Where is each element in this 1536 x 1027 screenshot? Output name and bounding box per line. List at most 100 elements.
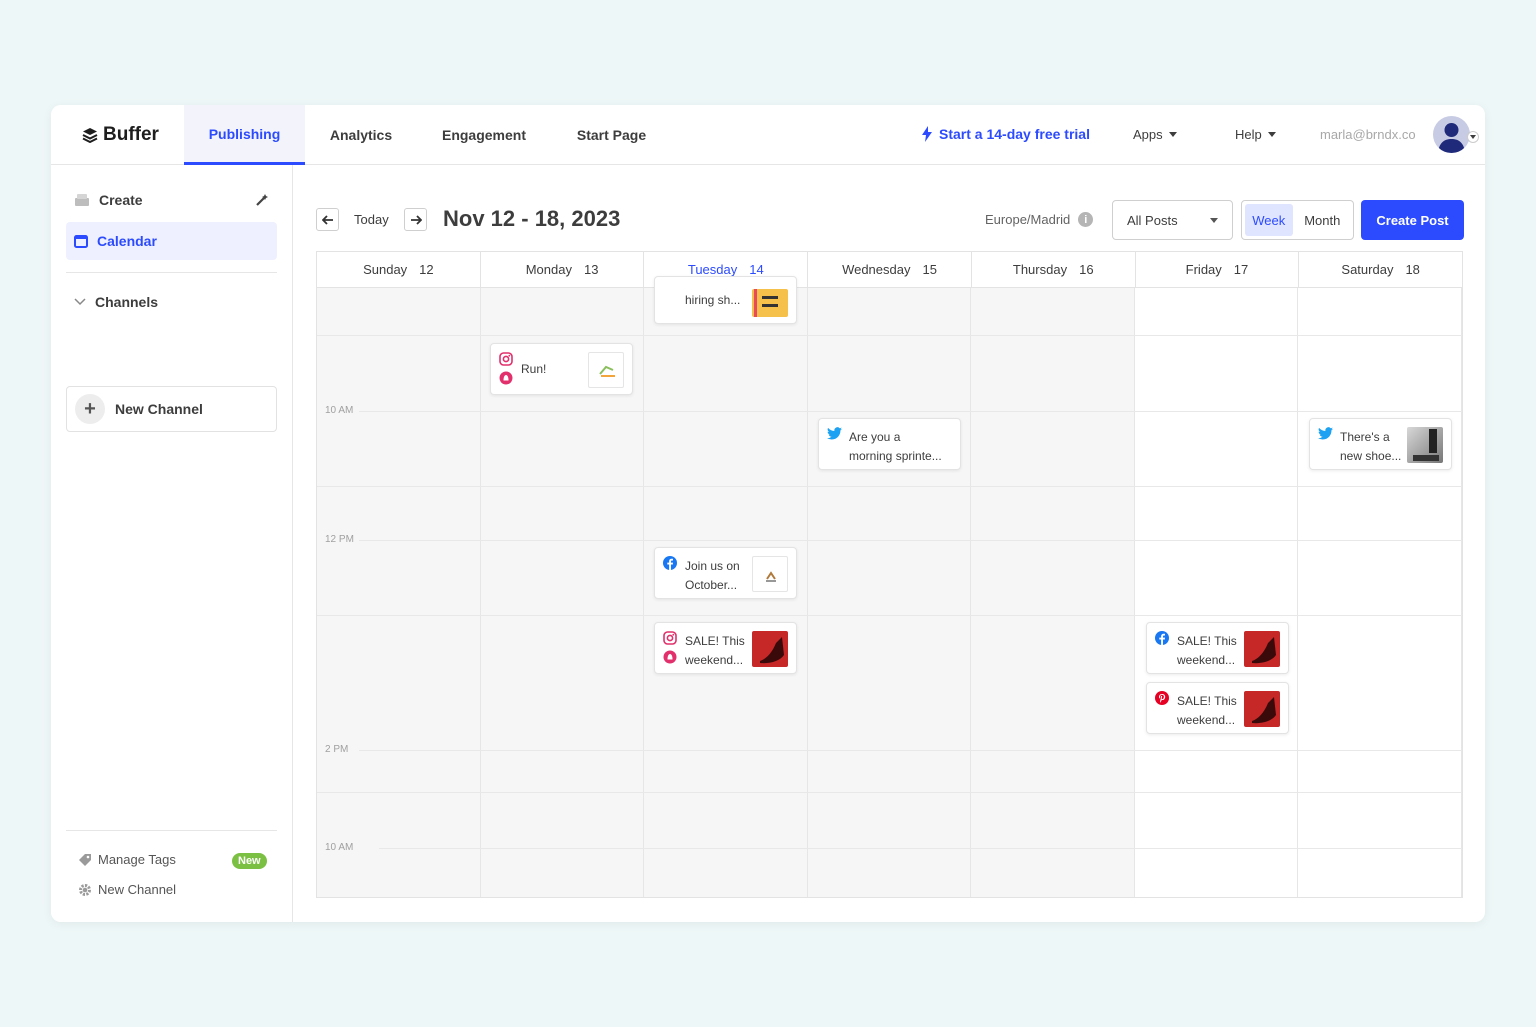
- hour-line: [359, 411, 1462, 412]
- tab-start-page[interactable]: Start Page: [571, 105, 652, 165]
- sidebar-item-label: Calendar: [97, 233, 157, 249]
- manage-tags-label: Manage Tags: [98, 852, 176, 867]
- sidebar-item-label: Create: [99, 192, 143, 208]
- notification-icon: [499, 371, 513, 385]
- post-thumbnail: [1244, 631, 1280, 667]
- day-column[interactable]: [317, 288, 481, 897]
- day-header-thursday: Thursday 16: [972, 252, 1136, 287]
- help-dropdown[interactable]: Help: [1235, 127, 1276, 142]
- post-text: Run!: [521, 360, 589, 379]
- facebook-icon: [1155, 631, 1169, 645]
- day-column[interactable]: [1298, 288, 1462, 897]
- footer-new-channel-link[interactable]: New Channel: [78, 882, 176, 897]
- day-header-sunday: Sunday 12: [317, 252, 481, 287]
- post-text-line: Join us on: [685, 559, 740, 573]
- day-column[interactable]: [971, 288, 1135, 897]
- next-week-button[interactable]: [404, 208, 427, 231]
- day-name: Friday: [1185, 262, 1222, 277]
- time-label: 2 PM: [325, 744, 349, 755]
- post-text-line: SALE! This: [685, 634, 745, 648]
- pinterest-icon: [1155, 691, 1169, 705]
- day-column[interactable]: [1135, 288, 1299, 897]
- app-window: Buffer Publishing Analytics Engagement S…: [51, 105, 1485, 922]
- post-card[interactable]: Run!: [490, 343, 633, 395]
- post-channel-icons: [1155, 691, 1169, 705]
- post-channel-icons: [1155, 631, 1169, 645]
- post-card[interactable]: SALE! This weekend...: [1146, 622, 1289, 674]
- chevron-down-icon: [1210, 217, 1218, 223]
- post-text-line: new shoe...: [1340, 449, 1402, 463]
- hour-line: [317, 335, 1462, 336]
- apps-dropdown[interactable]: Apps: [1133, 127, 1177, 142]
- arrow-right-icon: [410, 214, 422, 225]
- calendar-body: 10 AM 12 PM 2 PM 10 AM: [317, 288, 1462, 897]
- calendar-header: Sunday 12 Monday 13 Tuesday 14 Wednesday 15 …: [317, 252, 1462, 288]
- chevron-down-icon: [1267, 132, 1276, 137]
- new-channel-button[interactable]: + New Channel: [66, 386, 277, 432]
- view-toggle: Week Month: [1241, 200, 1354, 240]
- sidebar-item-create[interactable]: Create: [66, 181, 277, 219]
- instagram-icon: [663, 631, 677, 645]
- day-name: Sunday: [363, 262, 408, 277]
- post-thumbnail: [1244, 691, 1280, 727]
- post-card[interactable]: SALE! This weekend...: [1146, 682, 1289, 734]
- post-card[interactable]: There's a new shoe...: [1309, 418, 1452, 470]
- post-thumbnail: [752, 631, 788, 667]
- hour-line: [317, 486, 1462, 487]
- day-number: 12: [419, 262, 434, 277]
- chevron-down-icon: [74, 298, 86, 306]
- post-text: There's a new shoe...: [1340, 428, 1408, 466]
- post-text: SALE! This weekend...: [685, 632, 753, 670]
- tab-publishing[interactable]: Publishing: [184, 105, 305, 165]
- avatar[interactable]: [1433, 116, 1470, 153]
- help-label: Help: [1235, 127, 1262, 142]
- sidebar-item-calendar[interactable]: Calendar: [66, 222, 277, 260]
- day-header-monday: Monday 13: [481, 252, 645, 287]
- today-button[interactable]: Today: [354, 212, 389, 227]
- new-channel-label: New Channel: [115, 401, 203, 417]
- instagram-icon: [499, 352, 513, 366]
- account-menu-toggle[interactable]: [1467, 131, 1479, 143]
- post-filter-select[interactable]: All Posts: [1112, 200, 1233, 240]
- gear-icon: [79, 883, 91, 896]
- post-text-line: Run!: [521, 362, 547, 376]
- post-text-line: hiring sh...: [685, 293, 741, 307]
- post-thumbnail: [1407, 427, 1443, 463]
- post-card[interactable]: hiring sh...: [654, 276, 797, 324]
- hour-line: [359, 540, 1462, 541]
- tab-engagement[interactable]: Engagement: [436, 105, 532, 165]
- hour-line: [359, 750, 1462, 751]
- month-view-button[interactable]: Month: [1295, 204, 1350, 236]
- stack-logo-icon: [82, 128, 98, 143]
- post-card[interactable]: Join us on October...: [654, 547, 797, 599]
- post-text-line: Are you a: [849, 430, 901, 444]
- day-column[interactable]: [807, 288, 972, 897]
- free-trial-link[interactable]: Start a 14-day free trial: [921, 126, 1090, 142]
- brand-logo[interactable]: Buffer: [82, 124, 159, 146]
- twitter-icon: [1318, 427, 1333, 440]
- prev-week-button[interactable]: [316, 208, 339, 231]
- post-thumbnail: [752, 556, 788, 592]
- user-silhouette-icon: [1438, 123, 1465, 153]
- manage-tags-link[interactable]: Manage Tags: [78, 852, 176, 867]
- post-thumbnail: [752, 289, 788, 317]
- day-number: 17: [1233, 262, 1249, 277]
- facebook-icon: [663, 556, 677, 570]
- tag-icon: [79, 853, 91, 866]
- tab-analytics[interactable]: Analytics: [321, 105, 401, 165]
- post-text-line: SALE! This: [1177, 694, 1237, 708]
- channels-toggle[interactable]: Channels: [66, 283, 277, 321]
- plus-icon: +: [75, 394, 105, 424]
- post-thumbnail: [588, 352, 624, 388]
- post-text: SALE! This weekend...: [1177, 632, 1245, 670]
- post-card[interactable]: Are you a morning sprinte...: [818, 418, 961, 470]
- magic-wand-icon[interactable]: [255, 193, 269, 207]
- day-number: 15: [922, 262, 937, 277]
- create-post-button[interactable]: Create Post: [1361, 200, 1464, 240]
- week-view-button[interactable]: Week: [1245, 204, 1293, 236]
- post-filter-value: All Posts: [1127, 212, 1178, 228]
- info-icon[interactable]: i: [1078, 212, 1094, 227]
- time-label: 12 PM: [325, 534, 354, 545]
- day-header-saturday: Saturday 18: [1299, 252, 1462, 287]
- post-card[interactable]: SALE! This weekend...: [654, 622, 797, 674]
